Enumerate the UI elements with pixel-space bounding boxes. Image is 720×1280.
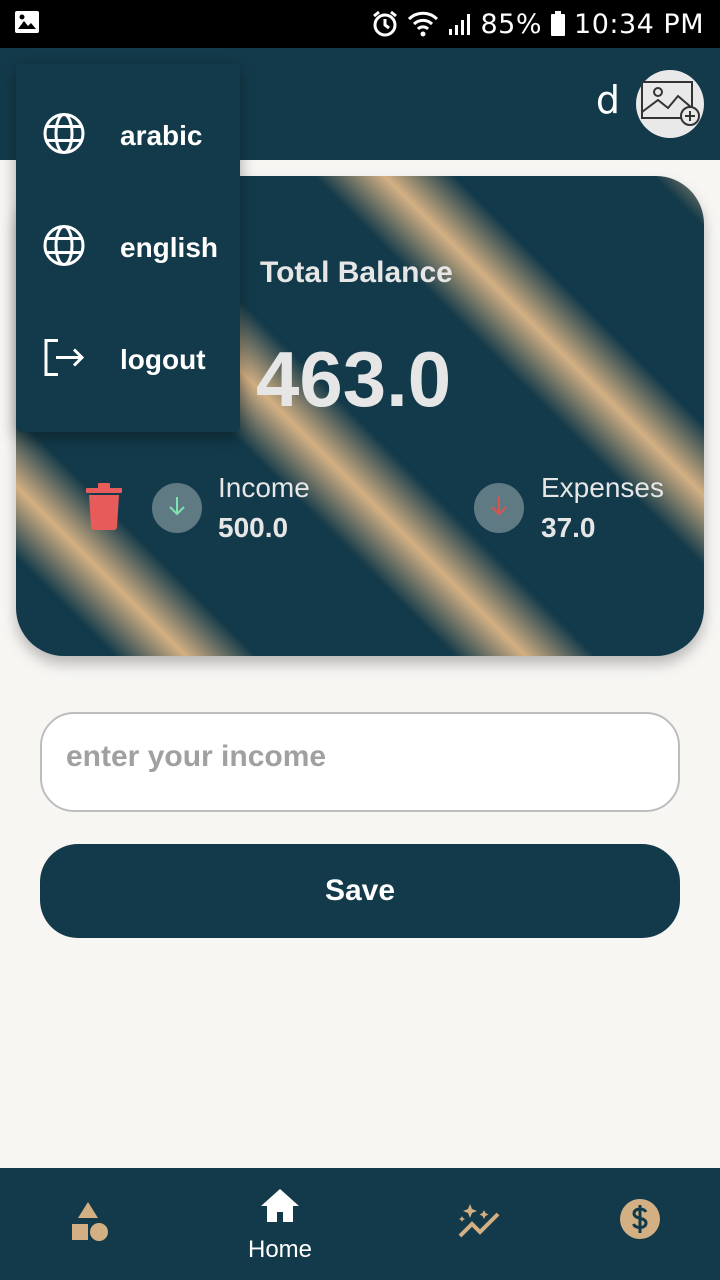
arrow-down-icon (488, 494, 510, 523)
income-input[interactable] (40, 712, 680, 812)
income-label: Income (218, 472, 310, 503)
avatar-button[interactable] (636, 70, 704, 138)
alarm-icon (371, 10, 399, 38)
expenses-label: Expenses (541, 472, 664, 503)
save-button[interactable]: Save (40, 844, 680, 938)
balance-title: Total Balance (260, 256, 453, 289)
nav-item-insights[interactable] (390, 1168, 570, 1280)
delete-button[interactable] (84, 482, 124, 535)
income-value: 500.0 (218, 512, 289, 543)
menu-item-logout[interactable]: logout (16, 304, 240, 416)
expenses-value: 37.0 (541, 512, 596, 543)
user-name: d (595, 78, 620, 122)
menu-item-arabic[interactable]: arabic (16, 80, 240, 192)
trash-icon (84, 483, 124, 534)
menu-item-label: logout (120, 344, 206, 375)
signal-icon (447, 11, 473, 37)
nav-item-home[interactable]: Home (190, 1168, 370, 1280)
arrow-down-icon (166, 494, 188, 523)
home-icon (261, 1189, 299, 1222)
bottom-nav: Home (0, 1168, 720, 1280)
globe-icon (42, 112, 86, 161)
menu-item-label: arabic (120, 120, 203, 151)
insights-icon (458, 1204, 500, 1238)
globe-icon (42, 224, 86, 273)
menu-item-english[interactable]: english (16, 192, 240, 304)
balance-amount: 463.0 (256, 335, 452, 423)
nav-label: Home (247, 1236, 313, 1263)
clock: 10:34 PM (574, 8, 704, 40)
dollar-icon (620, 1199, 660, 1239)
income-indicator (152, 483, 202, 533)
status-bar: 85% 10:34 PM (0, 0, 720, 48)
battery-icon (550, 11, 566, 37)
menu-item-label: english (120, 232, 219, 263)
image-icon (14, 10, 40, 39)
wifi-icon (407, 10, 439, 38)
battery-percent: 85% (480, 8, 543, 40)
add-photo-icon (638, 72, 702, 137)
nav-item-categories[interactable] (0, 1168, 180, 1280)
nav-item-money[interactable] (550, 1168, 720, 1280)
popup-menu: arabic english logout (16, 64, 240, 432)
shapes-icon (72, 1202, 108, 1241)
expense-indicator (474, 483, 524, 533)
logout-icon (42, 338, 86, 383)
